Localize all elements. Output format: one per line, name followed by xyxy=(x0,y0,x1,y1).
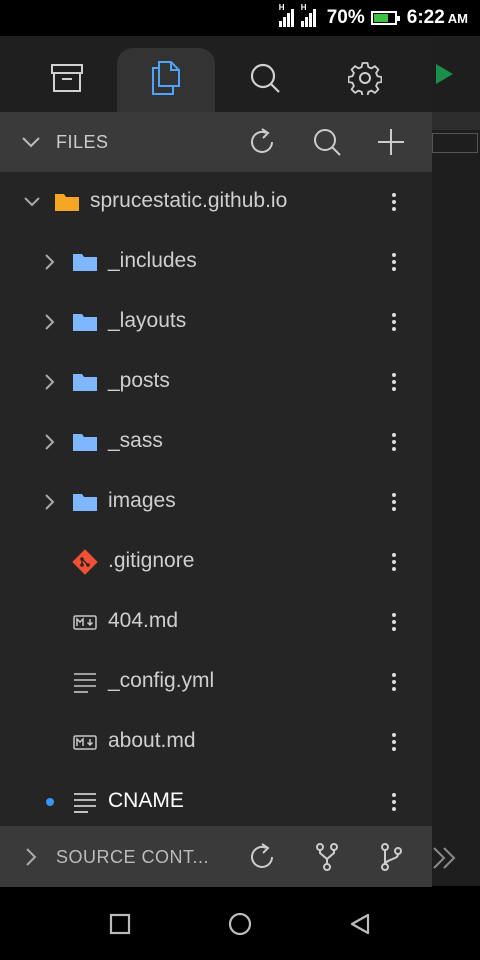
folder-icon xyxy=(72,429,98,455)
tree-item-folder[interactable]: images xyxy=(0,472,432,532)
signal-type-label: H xyxy=(300,3,307,12)
recents-square-icon[interactable] xyxy=(105,909,135,939)
signal-icon: H xyxy=(278,3,295,27)
tree-item-file[interactable]: about.md xyxy=(0,712,432,772)
tree-item-folder[interactable]: _posts xyxy=(0,352,432,412)
run-icon[interactable] xyxy=(436,64,453,84)
editor-input[interactable] xyxy=(432,133,478,153)
more-vertical-icon[interactable] xyxy=(384,667,404,697)
chevron-down-icon[interactable] xyxy=(20,190,44,214)
more-vertical-icon[interactable] xyxy=(384,487,404,517)
markdown-icon xyxy=(72,609,98,635)
tree-item-folder[interactable]: _layouts xyxy=(0,292,432,352)
tree-item-label: _includes xyxy=(108,249,197,272)
signal-icon: H xyxy=(300,3,317,27)
files-icon xyxy=(149,60,183,101)
home-circle-icon[interactable] xyxy=(225,909,255,939)
tree-item-file[interactable]: 404.md xyxy=(0,592,432,652)
markdown-icon xyxy=(72,729,98,755)
chevron-right-icon[interactable] xyxy=(16,842,46,872)
activity-tabs xyxy=(0,36,432,112)
folder-icon xyxy=(72,309,98,335)
tree-item-label: _posts xyxy=(108,369,170,392)
source-control-label: SOURCE CONT... xyxy=(56,847,210,867)
refresh-icon[interactable] xyxy=(248,127,278,157)
gear-icon xyxy=(347,61,383,100)
text-file-icon xyxy=(72,669,98,695)
more-vertical-icon[interactable] xyxy=(384,547,404,577)
git-fork-icon[interactable] xyxy=(312,842,342,872)
more-vertical-icon[interactable] xyxy=(384,787,404,817)
tab-settings[interactable] xyxy=(316,48,414,112)
search-icon xyxy=(249,62,281,99)
more-vertical-icon[interactable] xyxy=(384,367,404,397)
git-branch-icon[interactable] xyxy=(376,842,406,872)
chevron-down-icon[interactable] xyxy=(16,127,46,157)
tree-item-label: about.md xyxy=(108,729,196,752)
tree-item-folder[interactable]: _includes xyxy=(0,232,432,292)
chevron-right-icon[interactable] xyxy=(38,370,62,394)
tree-item-label: sprucestatic.github.io xyxy=(90,189,288,212)
more-vertical-icon[interactable] xyxy=(384,727,404,757)
clock-ampm: AM xyxy=(447,10,468,26)
folder-icon xyxy=(72,369,98,395)
tree-item-label: images xyxy=(108,489,176,512)
tree-item-label: 404.md xyxy=(108,609,179,632)
more-vertical-icon[interactable] xyxy=(384,307,404,337)
editor-background xyxy=(432,36,480,886)
folder-icon xyxy=(72,489,98,515)
tree-item-file[interactable]: _config.yml xyxy=(0,652,432,712)
add-icon[interactable] xyxy=(376,127,406,157)
side-drawer: FILES sprucestatic.github.io _includes _… xyxy=(0,36,432,887)
tab-archive[interactable] xyxy=(18,48,116,112)
clock-time: 6:22 xyxy=(406,7,445,28)
archive-icon xyxy=(50,63,84,98)
tree-item-label: _sass xyxy=(108,429,163,452)
more-vertical-icon[interactable] xyxy=(384,607,404,637)
battery-icon xyxy=(370,11,400,25)
chevron-right-icon[interactable] xyxy=(38,250,62,274)
search-icon[interactable] xyxy=(312,127,342,157)
double-chevron-right-icon[interactable] xyxy=(430,845,460,871)
text-file-icon xyxy=(72,789,98,815)
folder-icon xyxy=(72,249,98,275)
source-control-section-header[interactable]: SOURCE CONT... xyxy=(0,826,432,887)
tree-item-folder[interactable]: _sass xyxy=(0,412,432,472)
battery-percent: 70% xyxy=(326,7,365,28)
tree-item-label: .gitignore xyxy=(108,549,195,572)
chevron-right-icon[interactable] xyxy=(38,490,62,514)
files-section-header[interactable]: FILES xyxy=(0,112,432,172)
signal-type-label: H xyxy=(278,3,285,12)
tree-item-root-folder[interactable]: sprucestatic.github.io xyxy=(0,172,432,232)
tree-item-file[interactable]: CNAME xyxy=(0,772,432,832)
chevron-right-icon[interactable] xyxy=(38,310,62,334)
more-vertical-icon[interactable] xyxy=(384,427,404,457)
more-vertical-icon[interactable] xyxy=(384,187,404,217)
navigation-bar xyxy=(0,887,480,960)
chevron-right-icon[interactable] xyxy=(38,430,62,454)
files-section-label: FILES xyxy=(56,131,109,152)
tab-files[interactable] xyxy=(117,48,215,112)
editor-tab-strip xyxy=(432,112,480,130)
tree-item-file[interactable]: .gitignore xyxy=(0,532,432,592)
more-vertical-icon[interactable] xyxy=(384,247,404,277)
git-icon xyxy=(72,549,98,575)
status-bar: H H 70% 6:22 AM xyxy=(0,0,480,36)
folder-icon xyxy=(54,189,80,215)
tab-search[interactable] xyxy=(216,48,314,112)
refresh-icon[interactable] xyxy=(248,842,278,872)
tree-item-label: _layouts xyxy=(108,309,187,332)
tree-item-label: CNAME xyxy=(108,789,184,812)
modified-indicator xyxy=(46,798,54,806)
back-triangle-icon[interactable] xyxy=(345,909,375,939)
tree-item-label: _config.yml xyxy=(108,669,215,692)
